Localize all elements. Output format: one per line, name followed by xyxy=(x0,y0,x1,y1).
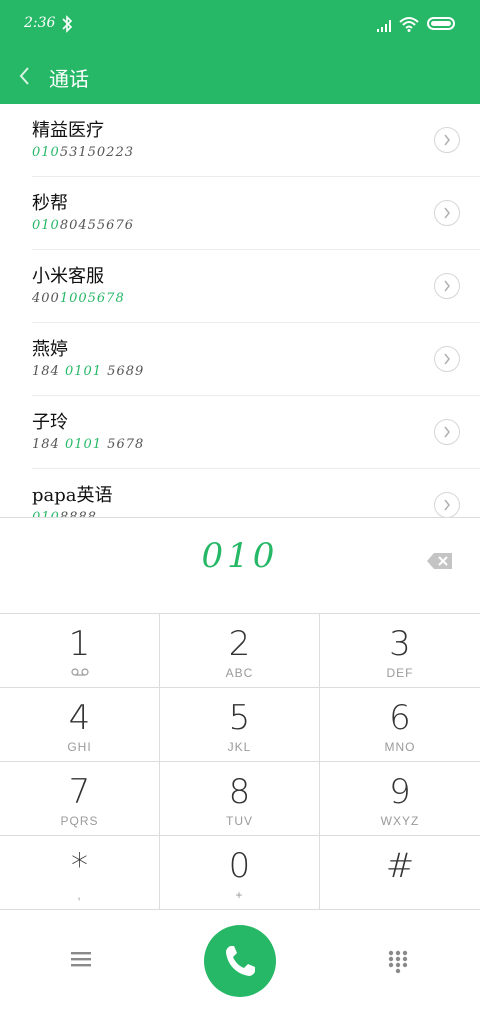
key-letters: + xyxy=(235,888,244,902)
key-letters: JKL xyxy=(227,740,252,754)
key-4[interactable]: 4 GHI xyxy=(0,688,160,762)
key-letters: TUV xyxy=(226,814,253,828)
key-digit: 4 xyxy=(68,698,91,738)
contact-name: 子玲 xyxy=(32,412,68,433)
key-digit: 0 xyxy=(228,846,251,886)
back-arrow-icon[interactable] xyxy=(16,64,34,88)
backspace-icon[interactable] xyxy=(426,551,454,571)
key-letters: DEF xyxy=(386,666,414,680)
key-star[interactable]: * , xyxy=(0,836,160,910)
key-hash[interactable]: # xyxy=(320,836,480,910)
status-time: 2:36 xyxy=(24,15,56,31)
contact-name: 精益医疗 xyxy=(32,120,104,141)
contact-name: 燕婷 xyxy=(32,339,68,360)
contact-detail-button[interactable] xyxy=(434,200,460,226)
list-item[interactable]: papa英语 0108888 xyxy=(0,469,480,517)
wifi-icon xyxy=(399,17,419,32)
bluetooth-icon xyxy=(62,15,73,33)
key-digit: 8 xyxy=(228,772,251,812)
key-digit: 7 xyxy=(68,772,91,812)
contact-detail-button[interactable] xyxy=(434,346,460,372)
contact-number: 184 0101 5689 xyxy=(32,364,145,379)
key-9[interactable]: 9 WXYZ xyxy=(320,762,480,836)
battery-icon xyxy=(427,17,455,30)
contact-number: 01080455676 xyxy=(32,218,134,233)
voicemail-icon xyxy=(71,668,89,676)
key-0[interactable]: 0 + xyxy=(160,836,320,910)
list-item[interactable]: 精益医疗 01053150223 xyxy=(0,104,480,177)
chevron-right-icon xyxy=(444,353,450,365)
key-6[interactable]: 6 MNO xyxy=(320,688,480,762)
key-digit: 1 xyxy=(68,624,91,664)
contact-detail-button[interactable] xyxy=(434,273,460,299)
list-item[interactable]: 秒帮 01080455676 xyxy=(0,177,480,250)
chevron-right-icon xyxy=(444,499,450,511)
chevron-right-icon xyxy=(444,207,450,219)
app-header: 2:36 通话 xyxy=(0,0,480,104)
key-digit: 3 xyxy=(389,624,411,664)
page-title: 通话 xyxy=(49,67,89,91)
key-3[interactable]: 3 DEF xyxy=(320,614,480,688)
signal-icon xyxy=(377,20,391,32)
key-7[interactable]: 7 PQRS xyxy=(0,762,160,836)
chevron-right-icon xyxy=(444,280,450,292)
key-1[interactable]: 1 xyxy=(0,614,160,688)
dial-keypad: 1 2 ABC 3 DEF 4 GHI 5 JKL 6 MNO 7 PQRS 8… xyxy=(0,614,480,910)
dial-input[interactable]: 010 xyxy=(0,536,480,576)
contact-number: 01053150223 xyxy=(32,145,134,160)
list-item[interactable]: 子玲 184 0101 5678 xyxy=(0,396,480,469)
key-5[interactable]: 5 JKL xyxy=(160,688,320,762)
key-letters: WXYZ xyxy=(380,814,420,828)
contact-number: 184 0101 5678 xyxy=(32,437,145,452)
contact-number: 4001005678 xyxy=(32,291,125,306)
dialer-bottom-bar xyxy=(0,910,480,1013)
key-8[interactable]: 8 TUV xyxy=(160,762,320,836)
key-digit: 5 xyxy=(228,698,251,738)
chevron-right-icon xyxy=(444,426,450,438)
key-2[interactable]: 2 ABC xyxy=(160,614,320,688)
keypad-icon[interactable] xyxy=(388,950,408,974)
list-item[interactable]: 小米客服 4001005678 xyxy=(0,250,480,323)
phone-icon xyxy=(226,946,255,976)
key-letters: , xyxy=(77,888,82,902)
contact-results-list[interactable]: 精益医疗 01053150223 秒帮 01080455676 小米客服 400… xyxy=(0,104,480,517)
key-letters: MNO xyxy=(384,740,416,754)
contact-name: 秒帮 xyxy=(32,193,68,214)
key-digit: 9 xyxy=(389,772,411,812)
call-button[interactable] xyxy=(204,925,276,997)
key-digit: 2 xyxy=(228,624,251,664)
contact-detail-button[interactable] xyxy=(434,127,460,153)
contact-name: papa英语 xyxy=(32,485,113,506)
key-letters: ABC xyxy=(225,666,254,680)
contact-detail-button[interactable] xyxy=(434,419,460,445)
contact-detail-button[interactable] xyxy=(434,492,460,517)
key-digit: # xyxy=(385,846,415,886)
menu-icon[interactable] xyxy=(71,951,91,967)
chevron-right-icon xyxy=(444,134,450,146)
key-digit: 6 xyxy=(389,698,411,738)
key-digit: * xyxy=(71,846,88,886)
contact-name: 小米客服 xyxy=(32,266,104,287)
key-letters: GHI xyxy=(67,740,92,754)
dial-input-display: 010 xyxy=(0,517,480,614)
key-letters: PQRS xyxy=(60,814,99,828)
list-item[interactable]: 燕婷 184 0101 5689 xyxy=(0,323,480,396)
contact-number: 0108888 xyxy=(32,510,97,517)
